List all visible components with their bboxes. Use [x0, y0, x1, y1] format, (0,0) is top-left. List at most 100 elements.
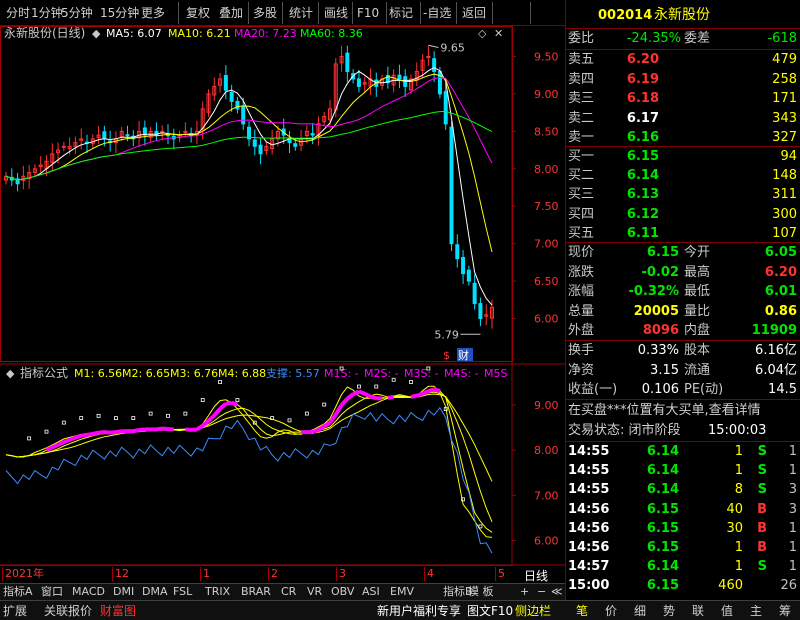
indicator-tab-11[interactable]: ASI — [362, 584, 380, 600]
tick-row-0: 14:55 6.14 1 S 1 — [566, 442, 800, 461]
indicator-tab-16[interactable]: − — [537, 584, 546, 600]
toolbar-item-0[interactable]: 分时 — [6, 3, 30, 23]
quote-tab-0[interactable]: 笔 — [569, 603, 595, 619]
stat-label-1: 外盘 — [568, 323, 595, 338]
quote-tab-6[interactable]: 主 — [743, 603, 769, 619]
candle-body — [293, 143, 298, 147]
tick-side: B — [757, 540, 767, 555]
indicator-tab-5[interactable]: FSL — [173, 584, 192, 600]
indicator-tick-label: 9.00 — [534, 399, 559, 412]
indicator-up-band — [51, 442, 59, 450]
sell-label: 卖三 — [568, 91, 595, 106]
toolbar-item-10[interactable]: F10 — [357, 3, 379, 23]
ma-label-1: MA10: 6.21 — [168, 27, 231, 40]
main-settings-icon[interactable]: ◆ — [92, 27, 101, 40]
tick-price: 6.15 — [646, 520, 679, 536]
bottom-left-item-0[interactable]: 扩展 — [3, 603, 27, 619]
indicator-dot — [79, 416, 84, 421]
weicha-value: -618 — [767, 31, 797, 46]
indicator-tab-10[interactable]: OBV — [331, 584, 354, 600]
toolbar-item-8[interactable]: 统计 — [289, 3, 313, 23]
indicator-tab-1[interactable]: 窗口 — [41, 584, 63, 600]
tick-vol: 1 — [734, 444, 743, 459]
buy-label: 买四 — [568, 206, 595, 222]
toolbar-item-1[interactable]: 1分钟 — [31, 3, 63, 23]
indicator-tab-9[interactable]: VR — [307, 584, 322, 600]
stat-label-2: 内盘 — [684, 323, 711, 338]
indicator-tick-label: 7.00 — [534, 489, 559, 502]
toolbar-item-5[interactable]: 复权 — [186, 3, 210, 23]
buy-price: 6.11 — [626, 225, 659, 241]
quote-panel: 002014 永新股份 委比 -24.35% 委差 -618 卖五 6.20 479 卖四 6.19… — [565, 0, 800, 600]
indicator-up-band — [369, 394, 377, 401]
indicator-tab-17[interactable]: ≪ — [551, 584, 563, 600]
indicator-tab-7[interactable]: BRAR — [241, 584, 271, 600]
bottom-left-item-1[interactable]: 关联报价 — [44, 603, 92, 619]
indicator-tab-3[interactable]: DMI — [113, 584, 134, 600]
stock-code: 002014 — [598, 8, 653, 23]
indicator-tab-15[interactable]: + — [520, 584, 529, 600]
bottom-right-item-1[interactable]: 图文F10 — [467, 603, 513, 619]
toolbar-item-7[interactable]: 多股 — [253, 3, 277, 23]
stat2-label-1: 净资 — [568, 362, 595, 378]
candle-body — [478, 303, 483, 320]
sell-label: 卖二 — [568, 110, 595, 126]
stat-label-1: 涨幅 — [568, 284, 595, 299]
x-axis: 2021年 12 1 2 3 4 5 日线 — [0, 566, 565, 584]
toolbar-item-4[interactable]: 更多 — [141, 3, 165, 23]
support-line — [5, 406, 493, 554]
marker-cai[interactable]: 财 — [458, 348, 469, 362]
stat-label-2: 量比 — [684, 303, 711, 319]
indicator-settings-icon[interactable]: ◆ — [6, 367, 15, 380]
toolbar-item-3[interactable]: 15分钟 — [100, 3, 139, 23]
quote-tab-4[interactable]: 联 — [685, 603, 711, 619]
candle-body — [258, 144, 263, 155]
indicator-label-2: M3: 6.76 — [170, 367, 218, 380]
indicator-up-band — [115, 429, 123, 435]
indicator-tab-14[interactable]: 模 板 — [468, 584, 494, 600]
indicator-label-3: M4: 6.88 — [218, 367, 266, 380]
quote-tab-7[interactable]: 筹 — [772, 603, 798, 619]
toolbar-separator — [318, 2, 319, 24]
kline-chart[interactable]: 永新股份(日线) ◆ MA5: 6.07 MA10: 6.21 MA20: 7.23 MA… — [0, 26, 565, 566]
tick-vol: 40 — [726, 501, 743, 517]
sell-row-0: 卖五 6.20 479 — [566, 50, 800, 69]
indicator-tab-0[interactable]: 指标A — [3, 584, 33, 600]
close-icon[interactable]: ✕ — [494, 27, 503, 40]
quote-tab-1[interactable]: 价 — [598, 603, 624, 619]
bottom-right-item-2[interactable]: 侧边栏 — [515, 603, 551, 619]
period-label[interactable]: 日线 — [524, 567, 548, 584]
indicator-tab-6[interactable]: TRIX — [205, 584, 230, 600]
toolbar-item-2[interactable]: 5分钟 — [61, 3, 93, 23]
indicator-tab-8[interactable]: CR — [281, 584, 296, 600]
bottom-left-item-2[interactable]: 财富图 — [100, 603, 136, 619]
indicator-up-band — [363, 391, 372, 399]
toolbar-item-13[interactable]: 返回 — [462, 3, 486, 23]
stat2-value-2: 6.16亿 — [755, 343, 797, 358]
indicator-tab-2[interactable]: MACD — [72, 584, 105, 600]
toolbar-item-12[interactable]: -自选 — [423, 3, 451, 23]
bottom-right-item-0[interactable]: 新用户福利专享 — [377, 603, 461, 619]
quote-tab-2[interactable]: 细 — [627, 603, 653, 619]
diamond-icon[interactable]: ◇ — [478, 27, 487, 40]
stat2-value-1: 3.15 — [650, 362, 679, 378]
big-order-notice[interactable]: 在买盘***位置有大买单,查看详情 — [568, 401, 800, 420]
candle-body — [432, 58, 437, 72]
x-axis-label: 3 — [336, 567, 346, 581]
toolbar-item-6[interactable]: 叠加 — [219, 3, 243, 23]
quote-tab-3[interactable]: 势 — [656, 603, 682, 619]
buy-price: 6.14 — [626, 168, 659, 184]
toolbar-item-9[interactable]: 画线 — [324, 3, 348, 23]
quote-tab-5[interactable]: 值 — [714, 603, 740, 619]
main-chart-title: 永新股份(日线) — [4, 26, 85, 40]
buy-label: 买二 — [568, 168, 595, 184]
stat-value-1: 6.15 — [646, 245, 679, 260]
high-pointer — [428, 44, 439, 48]
indicator-tab-12[interactable]: EMV — [390, 584, 414, 600]
tick-count: 1 — [788, 559, 797, 575]
indicator-tab-4[interactable]: DMA — [142, 584, 168, 600]
indicator-up-band — [132, 427, 140, 434]
toolbar-item-11[interactable]: 标记 — [389, 3, 413, 23]
indicator-up-band — [207, 413, 216, 423]
marker-s[interactable]: $ — [443, 349, 450, 362]
